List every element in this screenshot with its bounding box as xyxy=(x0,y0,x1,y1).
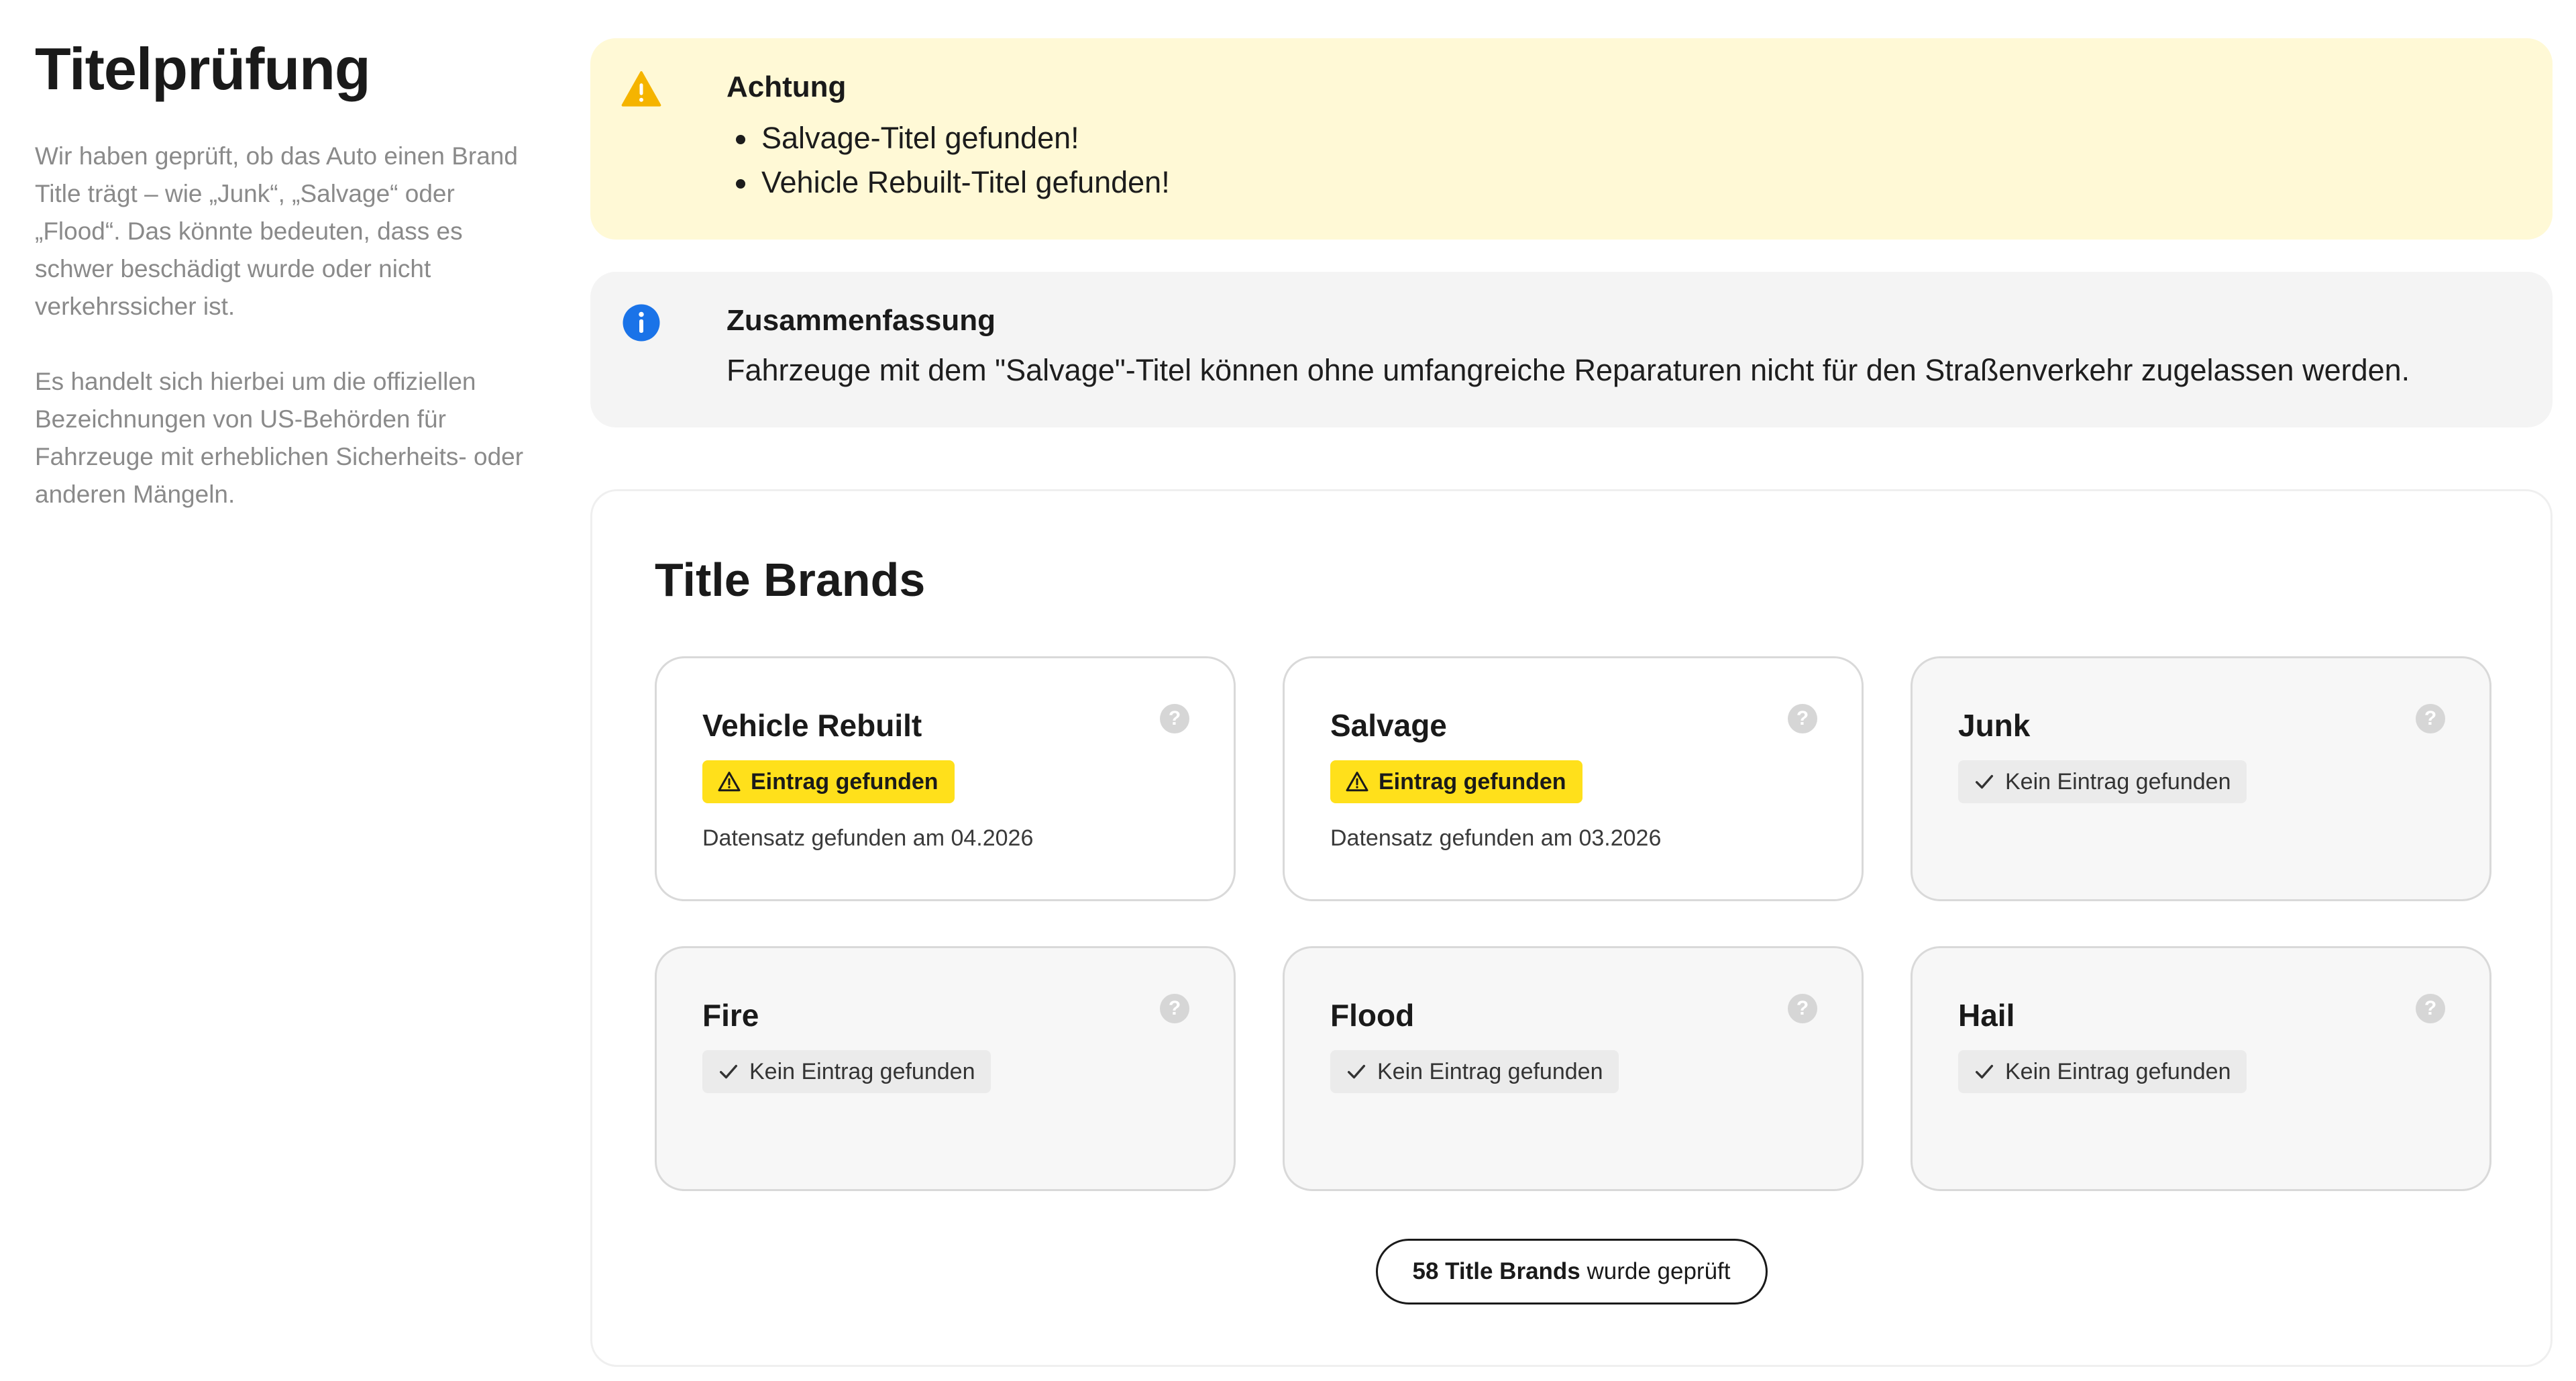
status-badge: Kein Eintrag gefunden xyxy=(1958,1050,2247,1093)
warning-alert: Achtung Salvage-Titel gefunden! Vehicle … xyxy=(590,38,2553,240)
checked-count: 58 Title Brands xyxy=(1412,1258,1580,1284)
status-badge: Eintrag gefunden xyxy=(702,760,955,803)
help-icon[interactable]: ? xyxy=(1788,994,1817,1023)
checkmark-icon xyxy=(719,1064,738,1079)
brand-card-salvage: ? Salvage Eintrag gefunden Datensatz gef… xyxy=(1283,656,1864,901)
help-icon[interactable]: ? xyxy=(1160,704,1189,733)
title-brands-heading: Title Brands xyxy=(655,554,926,606)
status-badge: Kein Eintrag gefunden xyxy=(1330,1050,1619,1093)
help-icon[interactable]: ? xyxy=(1160,994,1189,1023)
main-content: Achtung Salvage-Titel gefunden! Vehicle … xyxy=(590,38,2553,1367)
status-badge-label: Kein Eintrag gefunden xyxy=(1377,1059,1603,1084)
warning-item: Salvage-Titel gefunden! xyxy=(759,116,2520,160)
page-title: Titelprüfung xyxy=(35,36,371,102)
brand-card-title: Hail xyxy=(1958,998,2015,1033)
brand-card-title: Junk xyxy=(1958,708,2031,743)
status-badge-label: Eintrag gefunden xyxy=(751,769,938,795)
checked-suffix: wurde geprüft xyxy=(1580,1258,1731,1284)
title-brands-grid: ? Vehicle Rebuilt Eintrag gefunden Daten… xyxy=(655,656,2491,1191)
status-badge: Kein Eintrag gefunden xyxy=(1958,760,2247,803)
warning-list: Salvage-Titel gefunden! Vehicle Rebuilt-… xyxy=(727,116,2520,205)
brand-card-junk: ? Junk Kein Eintrag gefunden xyxy=(1911,656,2491,901)
status-badge: Eintrag gefunden xyxy=(1330,760,1582,803)
help-icon[interactable]: ? xyxy=(2416,994,2445,1023)
sidebar: Titelprüfung Wir haben geprüft, ob das A… xyxy=(35,35,531,551)
status-badge: Kein Eintrag gefunden xyxy=(702,1050,991,1093)
record-date: Datensatz gefunden am 04.2026 xyxy=(702,825,1034,851)
brand-card-title: Vehicle Rebuilt xyxy=(702,708,922,743)
summary-text: Fahrzeuge mit dem "Salvage"-Titel können… xyxy=(727,353,2410,387)
sidebar-note: Es handelt sich hierbei um die offiziell… xyxy=(35,368,524,509)
warning-outline-icon xyxy=(718,772,741,792)
checkmark-icon xyxy=(1975,1064,1994,1079)
checkmark-icon xyxy=(1347,1064,1366,1079)
brand-card-title: Fire xyxy=(702,998,759,1033)
brand-card-title: Salvage xyxy=(1330,708,1447,743)
warning-triangle-icon xyxy=(621,71,661,107)
checkmark-icon xyxy=(1975,774,1994,789)
summary-title: Zusammenfassung xyxy=(727,304,996,337)
help-icon[interactable]: ? xyxy=(2416,704,2445,733)
brand-card-fire: ? Fire Kein Eintrag gefunden xyxy=(655,946,1236,1191)
warning-outline-icon xyxy=(1346,772,1368,792)
status-badge-label: Kein Eintrag gefunden xyxy=(2005,1059,2231,1084)
checked-count-button[interactable]: 58 Title Brands wurde geprüft xyxy=(1375,1239,1768,1305)
warning-title: Achtung xyxy=(727,70,847,103)
warning-item: Vehicle Rebuilt-Titel gefunden! xyxy=(759,160,2520,205)
info-icon xyxy=(623,304,660,342)
brand-card-title: Flood xyxy=(1330,998,1415,1033)
brand-card-hail: ? Hail Kein Eintrag gefunden xyxy=(1911,946,2491,1191)
sidebar-description: Wir haben geprüft, ob das Auto einen Bra… xyxy=(35,142,518,321)
record-date: Datensatz gefunden am 03.2026 xyxy=(1330,825,1662,851)
help-icon[interactable]: ? xyxy=(1788,704,1817,733)
brand-card-flood: ? Flood Kein Eintrag gefunden xyxy=(1283,946,1864,1191)
brand-card-vehicle-rebuilt: ? Vehicle Rebuilt Eintrag gefunden Daten… xyxy=(655,656,1236,901)
summary-alert: Zusammenfassung Fahrzeuge mit dem "Salva… xyxy=(590,272,2553,427)
status-badge-label: Kein Eintrag gefunden xyxy=(2005,769,2231,795)
status-badge-label: Eintrag gefunden xyxy=(1379,769,1566,795)
status-badge-label: Kein Eintrag gefunden xyxy=(749,1059,975,1084)
title-brands-panel: Title Brands ? Vehicle Rebuilt Eintrag g… xyxy=(590,489,2553,1367)
